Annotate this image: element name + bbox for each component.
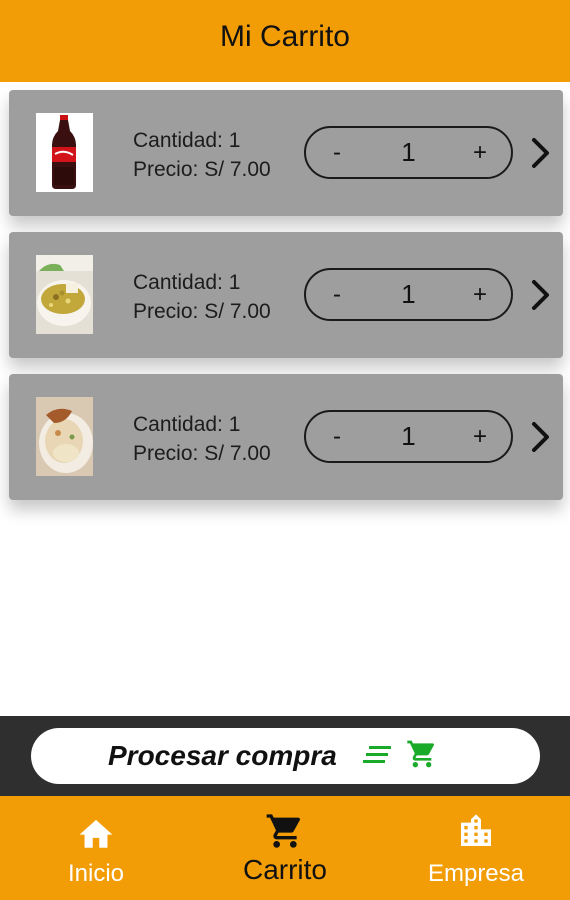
quantity-text: Cantidad: 1 <box>133 413 241 436</box>
quantity-stepper: - 1 + <box>304 410 513 463</box>
price-text: Precio: S/ 7.00 <box>133 442 271 465</box>
quantity-stepper: - 1 + <box>304 126 513 179</box>
item-info: Cantidad: 1 Precio: S/ 7.00 <box>133 268 271 326</box>
quantity-value: 1 <box>401 421 416 451</box>
price-text: Precio: S/ 7.00 <box>133 158 271 181</box>
increment-button[interactable]: + <box>449 423 511 451</box>
chevron-right-icon[interactable] <box>530 279 552 311</box>
bottom-navigation: Inicio Carrito Empresa <box>0 796 570 900</box>
nav-item-inicio[interactable]: Inicio <box>44 796 148 900</box>
process-purchase-label: Procesar compra <box>108 740 337 771</box>
decrement-button[interactable]: - <box>306 281 368 309</box>
decrement-button[interactable]: - <box>306 139 368 167</box>
quantity-value: 1 <box>401 137 416 167</box>
nav-item-empresa[interactable]: Empresa <box>412 796 540 900</box>
quantity-value: 1 <box>401 279 416 309</box>
price-text: Precio: S/ 7.00 <box>133 300 271 323</box>
product-image <box>36 397 93 476</box>
quantity-text: Cantidad: 1 <box>133 271 241 294</box>
page-title: Mi Carrito <box>219 20 350 53</box>
nav-label: Empresa <box>427 860 525 887</box>
cart-item[interactable]: Cantidad: 1 Precio: S/ 7.00 - 1 + <box>9 374 563 500</box>
building-icon <box>456 811 496 851</box>
chevron-right-icon[interactable] <box>530 137 552 169</box>
nav-label: Inicio <box>67 860 125 887</box>
home-icon <box>76 811 116 851</box>
quantity-stepper: - 1 + <box>304 268 513 321</box>
chevron-right-icon[interactable] <box>530 421 552 453</box>
product-image <box>36 113 93 192</box>
process-purchase-button[interactable]: Procesar compra <box>31 728 540 784</box>
cart-item[interactable]: Cantidad: 1 Precio: S/ 7.00 - 1 + <box>9 232 563 358</box>
checkout-bar: Procesar compra <box>0 716 570 796</box>
item-info: Cantidad: 1 Precio: S/ 7.00 <box>133 410 271 468</box>
cart-icon <box>264 811 306 851</box>
header-bar: Mi Carrito <box>0 0 570 82</box>
quantity-text: Cantidad: 1 <box>133 129 241 152</box>
app-screen: Mi Carrito Cantidad: 1 Precio: S/ 7.00 -… <box>0 0 570 900</box>
cart-icon <box>405 738 439 775</box>
decrement-button[interactable]: - <box>306 423 368 451</box>
nav-item-carrito[interactable]: Carrito <box>233 796 337 900</box>
increment-button[interactable]: + <box>449 139 511 167</box>
increment-button[interactable]: + <box>449 281 511 309</box>
list-lines-icon <box>362 743 393 770</box>
cart-item[interactable]: Cantidad: 1 Precio: S/ 7.00 - 1 + <box>9 90 563 216</box>
nav-label: Carrito <box>242 854 327 885</box>
item-info: Cantidad: 1 Precio: S/ 7.00 <box>133 126 271 184</box>
product-image <box>36 255 93 334</box>
